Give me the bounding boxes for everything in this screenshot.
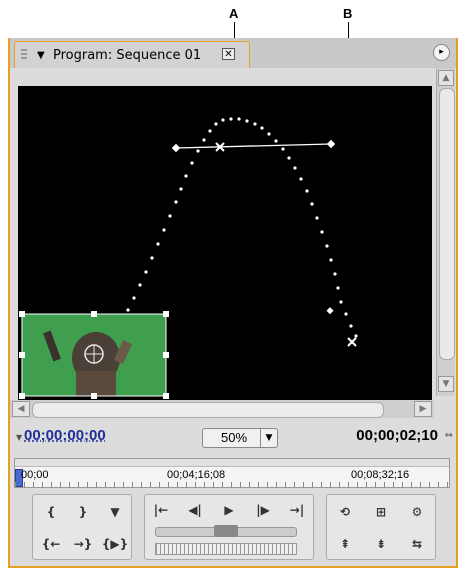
zoom-bar[interactable] bbox=[15, 459, 449, 467]
scroll-right-icon[interactable]: ▶ bbox=[414, 401, 432, 417]
jog-wheel[interactable] bbox=[155, 543, 297, 555]
bezier-handle-a[interactable] bbox=[171, 143, 181, 153]
scroll-down-icon[interactable]: ▼ bbox=[438, 376, 454, 392]
tab-program[interactable]: ▼ Program: Sequence 01 ✕ bbox=[14, 41, 250, 68]
go-to-in-button[interactable]: {← bbox=[37, 533, 65, 555]
play-button[interactable]: ▶ bbox=[215, 499, 243, 521]
video-viewer[interactable] bbox=[18, 86, 432, 400]
controls-area: { } ▼ {← →} {▶} |← ◀| ▶ |▶ →| ⟲ ⊞ ⚙ ⇞ ⇟ … bbox=[32, 494, 436, 562]
callout-b: B bbox=[343, 6, 353, 21]
edit-controls-group: { } ▼ {← →} {▶} bbox=[32, 494, 132, 560]
motion-path-overlay[interactable] bbox=[18, 86, 432, 400]
horizontal-scroll-thumb[interactable] bbox=[32, 402, 384, 418]
lift-button[interactable]: ⇞ bbox=[331, 533, 359, 555]
ruler-label-start: 00;00 bbox=[21, 469, 49, 481]
timecode-row: ▼ 00;00;00;00 50% ▼ 00;00;02;10 ⇔ bbox=[10, 423, 456, 451]
vertical-scroll-thumb[interactable] bbox=[439, 88, 455, 360]
ruler-label-end: 00;08;32;16 bbox=[351, 469, 410, 481]
triangle-down-icon[interactable]: ▼ bbox=[16, 433, 22, 442]
ruler-label-mid: 00;04;16;08 bbox=[167, 469, 226, 481]
go-to-previous-edit-button[interactable]: |← bbox=[147, 499, 175, 521]
zoom-select[interactable]: 50% ▼ bbox=[202, 428, 278, 448]
transport-group: |← ◀| ▶ |▶ →| bbox=[144, 494, 314, 560]
extract-button[interactable]: ⇟ bbox=[367, 533, 395, 555]
safe-margins-button[interactable]: ⊞ bbox=[367, 501, 395, 523]
horizontal-scrollbar[interactable]: ◀ ▶ bbox=[10, 400, 434, 418]
keyframe-end-icon[interactable] bbox=[347, 337, 357, 347]
go-to-out-button[interactable]: →} bbox=[69, 533, 97, 555]
motion-path bbox=[114, 117, 358, 338]
bezier-handle-line bbox=[175, 143, 332, 149]
duration-timecode: 00;00;02;10 bbox=[356, 427, 438, 444]
output-button[interactable]: ⚙ bbox=[403, 501, 431, 523]
chevron-down-icon[interactable]: ▼ bbox=[260, 429, 277, 447]
set-marker-button[interactable]: ▼ bbox=[101, 501, 129, 523]
time-ruler[interactable]: 00;00 00;04;16;08 00;08;32;16 bbox=[14, 458, 450, 488]
path-handle[interactable] bbox=[326, 307, 334, 315]
close-icon[interactable]: ✕ bbox=[222, 48, 235, 60]
mark-out-button[interactable]: } bbox=[69, 501, 97, 523]
play-in-to-out-button[interactable]: {▶} bbox=[101, 533, 129, 555]
vertical-scrollbar[interactable]: ▲ ▼ bbox=[436, 68, 455, 396]
video-clip[interactable] bbox=[19, 311, 169, 399]
bezier-handle-b[interactable] bbox=[326, 139, 336, 149]
shuttle-knob[interactable] bbox=[214, 525, 238, 537]
grip-icon[interactable] bbox=[21, 49, 27, 61]
step-forward-button[interactable]: |▶ bbox=[249, 499, 277, 521]
tool-controls-group: ⟲ ⊞ ⚙ ⇞ ⇟ ⇆ bbox=[326, 494, 436, 560]
loop-button[interactable]: ⟲ bbox=[331, 501, 359, 523]
program-monitor-panel: ▼ Program: Sequence 01 ✕ ▸ ▲ ▼ ◀ ▶ ▼ 00;… bbox=[8, 38, 458, 568]
scroll-left-icon[interactable]: ◀ bbox=[12, 401, 30, 417]
ruler-ticks bbox=[15, 482, 449, 487]
go-to-next-edit-button[interactable]: →| bbox=[283, 499, 311, 521]
current-timecode[interactable]: 00;00;00;00 bbox=[24, 427, 106, 444]
triangle-down-icon[interactable]: ▼ bbox=[37, 50, 45, 61]
tab-title: Program: Sequence 01 bbox=[53, 48, 202, 63]
scroll-up-icon[interactable]: ▲ bbox=[438, 70, 454, 86]
trim-button[interactable]: ⇆ bbox=[403, 533, 431, 555]
shuttle-slider[interactable] bbox=[155, 525, 297, 537]
panel-menu-icon[interactable]: ▸ bbox=[433, 44, 450, 61]
mark-in-button[interactable]: { bbox=[37, 501, 65, 523]
zoom-value: 50% bbox=[221, 430, 248, 445]
tab-bar: ▼ Program: Sequence 01 ✕ ▸ bbox=[10, 38, 456, 68]
step-back-button[interactable]: ◀| bbox=[181, 499, 209, 521]
timecode-mode-icon[interactable]: ⇔ bbox=[445, 430, 453, 441]
callout-a: A bbox=[229, 6, 239, 21]
